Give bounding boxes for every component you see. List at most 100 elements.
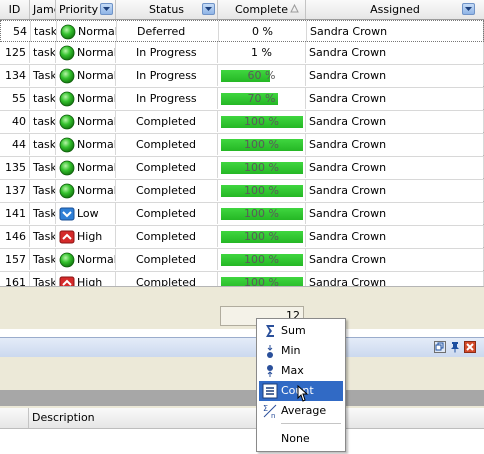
column-header-id[interactable]: ID [0, 0, 30, 19]
cell-id[interactable]: 40 [0, 111, 30, 132]
cell-name[interactable]: task [30, 134, 56, 155]
cell-id[interactable]: 135 [0, 157, 30, 178]
column-header-complete[interactable]: Complete [218, 0, 306, 19]
column-header-assigned[interactable]: Assigned [306, 0, 484, 19]
cell-priority[interactable]: Normal [56, 134, 116, 155]
cell-status[interactable]: Completed [116, 203, 218, 224]
table-row[interactable]: 40 task Normal Completed 100 % Sandra Crown [0, 111, 484, 134]
cell-assigned[interactable]: Sandra Crown [307, 21, 484, 42]
cell-priority[interactable]: Normal [56, 249, 116, 270]
cell-name[interactable]: task [30, 42, 56, 63]
cell-name[interactable]: Task [30, 65, 56, 86]
cell-assigned[interactable]: Sandra Crown [306, 42, 484, 63]
assigned-filter-dropdown-icon[interactable] [462, 3, 475, 15]
cell-status[interactable]: Completed [116, 226, 218, 247]
cell-status[interactable]: Completed [116, 134, 218, 155]
column-header-status[interactable]: Status [116, 0, 218, 19]
cell-complete[interactable]: 100 % [218, 157, 306, 178]
table-row[interactable]: 146 Task High Completed 100 % Sandra Crown [0, 226, 484, 249]
cell-complete[interactable]: 100 % [218, 249, 306, 270]
cell-complete[interactable]: 100 % [218, 203, 306, 224]
cell-complete[interactable]: 1 % [218, 42, 306, 63]
cell-name[interactable]: task [31, 21, 57, 42]
cell-priority[interactable]: Normal [56, 42, 116, 63]
cell-id[interactable]: 125 [0, 42, 30, 63]
cell-name[interactable]: task [30, 111, 56, 132]
cell-complete[interactable]: 100 % [218, 111, 306, 132]
cell-assigned[interactable]: Sandra Crown [306, 134, 484, 155]
table-row[interactable]: 125 task Normal In Progress 1 % Sandra Crown [0, 42, 484, 65]
cell-status[interactable]: In Progress [116, 88, 218, 109]
table-row[interactable]: 141 Task Low Completed 100 % Sandra Crown [0, 203, 484, 226]
cell-status[interactable]: Deferred [117, 21, 219, 42]
cell-priority[interactable]: Normal [56, 157, 116, 178]
cell-id[interactable]: 54 [1, 21, 31, 42]
cell-assigned[interactable]: Sandra Crown [306, 65, 484, 86]
cell-complete[interactable]: 100 % [218, 180, 306, 201]
cell-id[interactable]: 157 [0, 249, 30, 270]
cell-complete[interactable]: 100 % [218, 226, 306, 247]
cell-name[interactable]: task [30, 88, 56, 109]
table-row[interactable]: 135 Task Normal Completed 100 % Sandra Crown [0, 157, 484, 180]
cell-priority[interactable]: Normal [56, 111, 116, 132]
cell-complete[interactable]: 70 % [218, 88, 306, 109]
status-filter-dropdown-icon[interactable] [202, 3, 215, 15]
cell-status[interactable]: In Progress [116, 65, 218, 86]
cell-status[interactable]: Completed [116, 157, 218, 178]
cell-complete[interactable]: 0 % [219, 21, 307, 42]
cell-id[interactable]: 146 [0, 226, 30, 247]
cell-id[interactable]: 141 [0, 203, 30, 224]
menu-item-max[interactable]: Max [259, 361, 343, 381]
menu-item-sum[interactable]: Sum [259, 321, 343, 341]
table-row[interactable]: 55 task Normal In Progress 70 % Sandra Crown [0, 88, 484, 111]
cell-priority[interactable]: Normal [56, 180, 116, 201]
column-header-name[interactable]: Jame [30, 0, 56, 19]
restore-icon[interactable] [434, 341, 446, 353]
column-header-label: Assigned [370, 3, 420, 16]
cell-assigned[interactable]: Sandra Crown [306, 111, 484, 132]
cell-assigned[interactable]: Sandra Crown [306, 180, 484, 201]
cell-status[interactable]: Completed [116, 180, 218, 201]
cell-complete[interactable]: 100 % [218, 134, 306, 155]
menu-item-average[interactable]: Σn Average [259, 401, 343, 421]
cell-assigned[interactable]: Sandra Crown [306, 88, 484, 109]
priority-filter-dropdown-icon[interactable] [100, 3, 113, 15]
cell-name[interactable]: Task [30, 249, 56, 270]
table-row[interactable]: 157 Task Normal Completed 100 % Sandra Crown [0, 249, 484, 272]
menu-item-min[interactable]: Min [259, 341, 343, 361]
cell-id[interactable]: 55 [0, 88, 30, 109]
priority-label: Normal [77, 115, 116, 128]
cell-status[interactable]: Completed [116, 249, 218, 270]
close-icon[interactable] [464, 341, 476, 353]
menu-item-none[interactable]: None [259, 429, 343, 449]
cell-id[interactable]: 137 [0, 180, 30, 201]
cell-assigned[interactable]: Sandra Crown [306, 249, 484, 270]
priority-label: High [77, 230, 103, 243]
cell-name[interactable]: Task [30, 203, 56, 224]
cell-priority[interactable]: High [56, 226, 116, 247]
priority-label: Normal [77, 253, 116, 266]
pin-icon[interactable] [449, 341, 461, 353]
column-header-description[interactable]: Description [32, 411, 95, 424]
cell-complete[interactable]: 60 % [218, 65, 306, 86]
cell-priority[interactable]: Normal [56, 65, 116, 86]
cell-name[interactable]: Task [30, 226, 56, 247]
cell-name[interactable]: Task [30, 157, 56, 178]
cell-priority[interactable]: Normal [57, 21, 117, 42]
cell-assigned[interactable]: Sandra Crown [306, 203, 484, 224]
column-header-priority[interactable]: Priority [56, 0, 116, 19]
cell-priority[interactable]: Normal [56, 88, 116, 109]
cell-status[interactable]: Completed [116, 111, 218, 132]
cell-status[interactable]: In Progress [116, 42, 218, 63]
menu-item-count[interactable]: Count [259, 381, 343, 402]
cell-id[interactable]: 44 [0, 134, 30, 155]
table-row[interactable]: 54 task Normal Deferred 0 % Sandra Crown [0, 20, 484, 42]
cell-name[interactable]: Task [30, 180, 56, 201]
cell-priority[interactable]: Low [56, 203, 116, 224]
cell-id[interactable]: 134 [0, 65, 30, 86]
cell-assigned[interactable]: Sandra Crown [306, 226, 484, 247]
cell-assigned[interactable]: Sandra Crown [306, 157, 484, 178]
table-row[interactable]: 137 Task Normal Completed 100 % Sandra Crown [0, 180, 484, 203]
table-row[interactable]: 134 Task Normal In Progress 60 % Sandra Crown [0, 65, 484, 88]
table-row[interactable]: 44 task Normal Completed 100 % Sandra Crown [0, 134, 484, 157]
